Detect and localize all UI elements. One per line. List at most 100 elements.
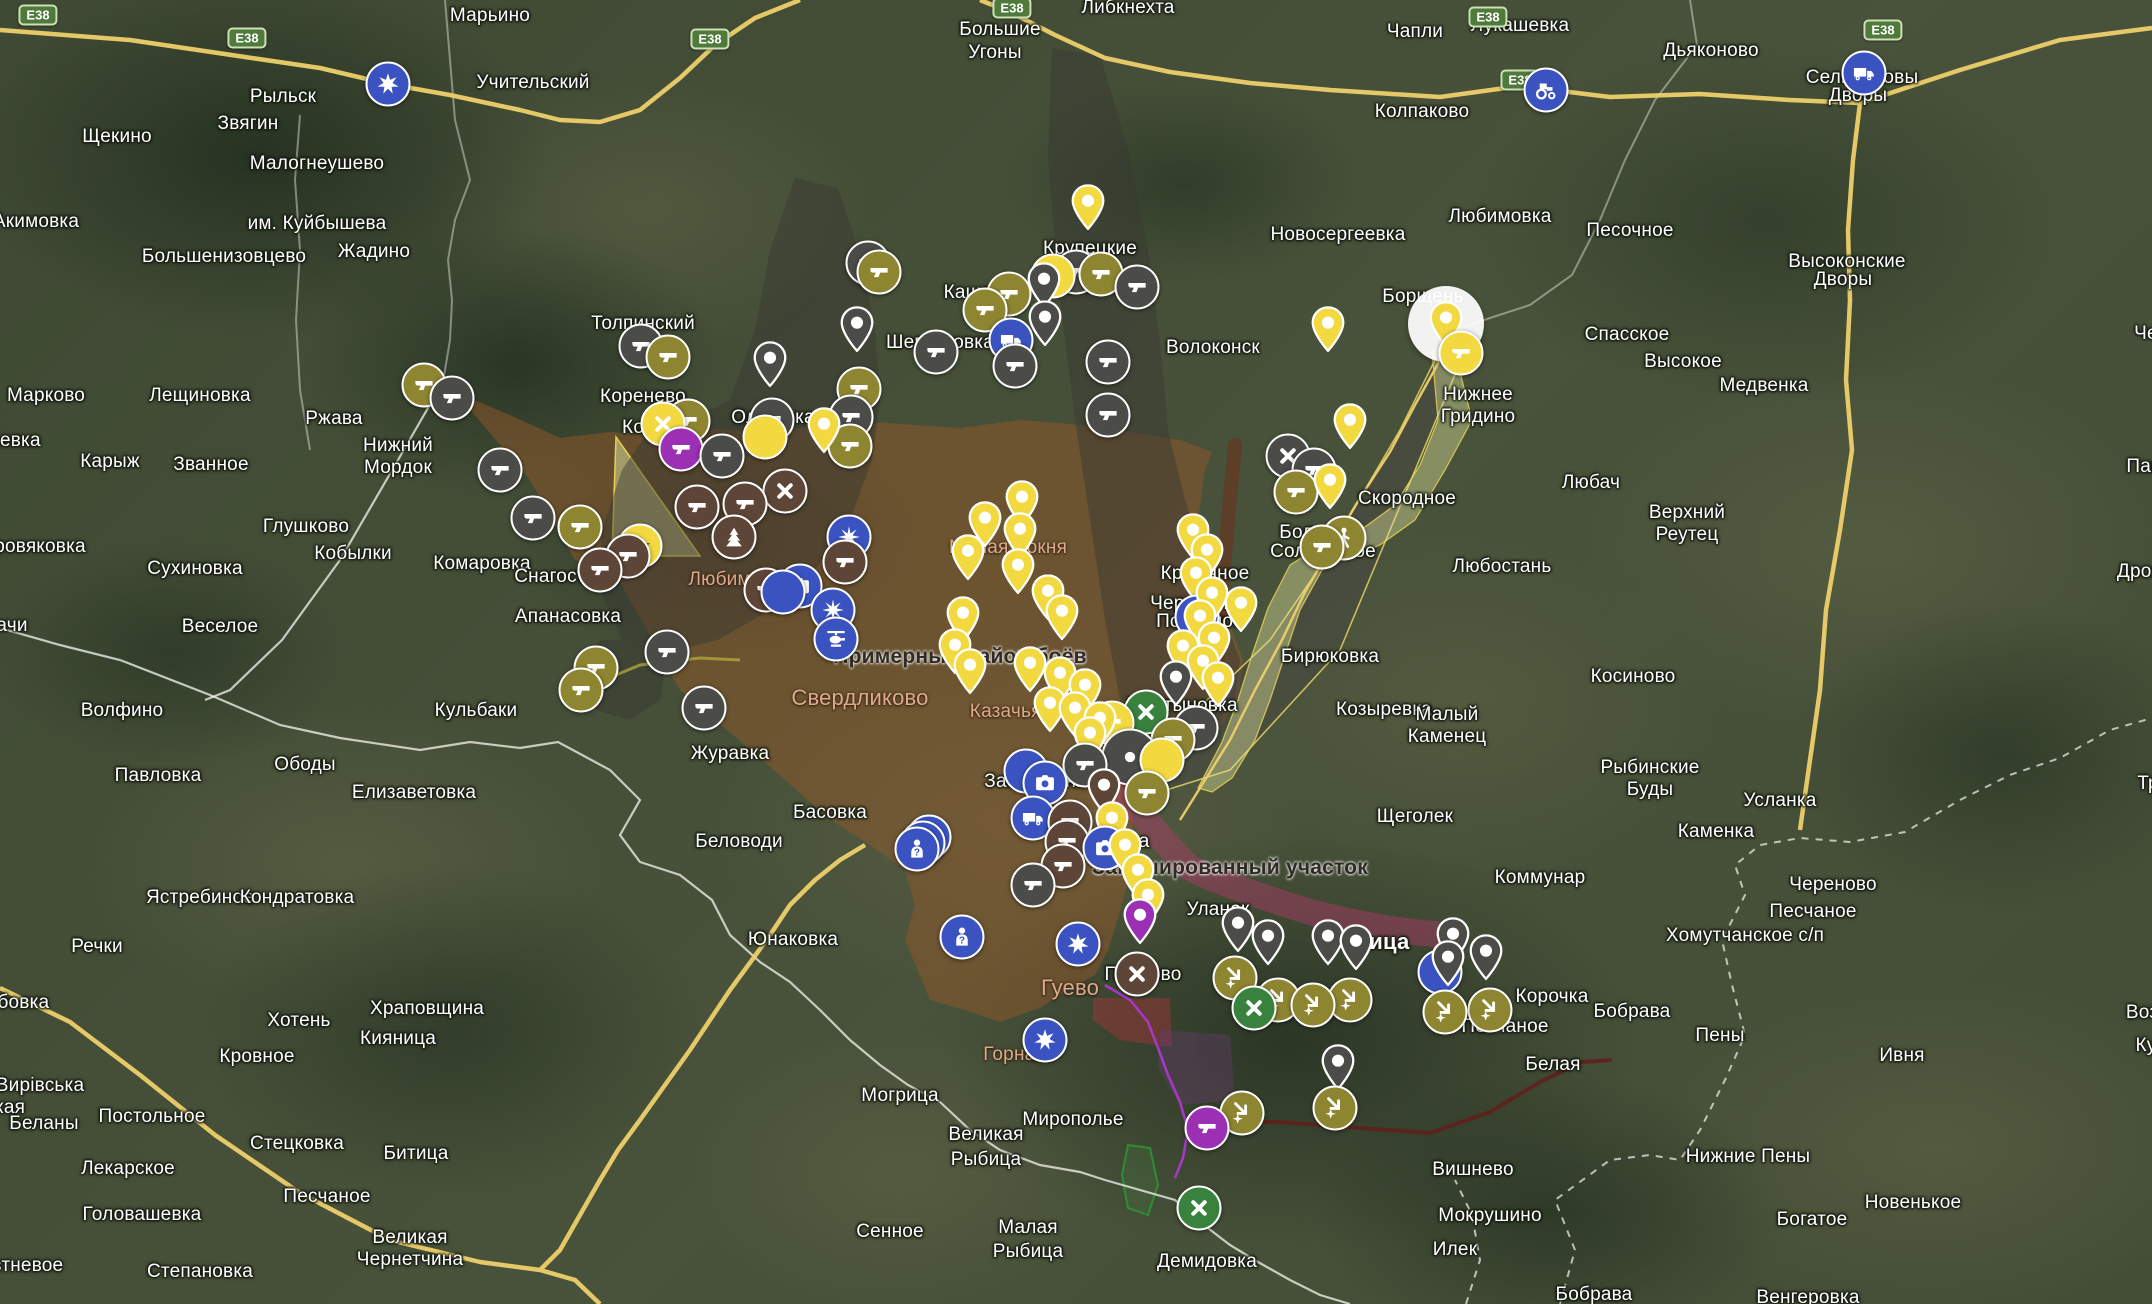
map-marker-circle-dark-pistol[interactable]	[511, 496, 556, 541]
place-label: Новосергеевка	[1270, 224, 1405, 246]
map-marker-circle-dark-pistol[interactable]	[1086, 393, 1131, 438]
place-label: Ржава	[305, 408, 362, 430]
map-marker-circle-blue-heli[interactable]	[814, 617, 859, 662]
map-marker-circle-olive-bird[interactable]	[1291, 983, 1336, 1028]
place-label: Жадино	[338, 241, 410, 263]
place-label: Че	[2134, 323, 2152, 345]
map-marker-pin-dark[interactable]	[1339, 924, 1373, 975]
map-marker-circle-dark-pistol[interactable]	[1115, 265, 1160, 310]
map-marker-circle-dark-pistol[interactable]	[1086, 340, 1131, 385]
map-marker-pin-dark[interactable]	[1469, 934, 1503, 985]
place-label: Лекарское	[81, 1158, 175, 1180]
road-yunakovka	[540, 845, 865, 1270]
map-marker-circle-dark-pistol[interactable]	[914, 330, 959, 375]
place-label: Степановка	[147, 1261, 253, 1283]
place-label: Ястребиное	[146, 887, 254, 909]
map-marker-circle-green-x[interactable]	[1232, 986, 1277, 1031]
place-label: Кровное	[219, 1046, 294, 1068]
place-label: Свердликово	[791, 685, 928, 711]
place-label: Гридино	[1441, 406, 1516, 428]
map-marker-circle-dark-pistol[interactable]	[645, 630, 690, 675]
place-label: Учительский	[476, 72, 589, 94]
place-label: Кондратовка	[240, 887, 355, 909]
map-marker-pin-yellow[interactable]	[807, 407, 841, 458]
map-marker-pin-yellow[interactable]	[951, 534, 985, 585]
place-label: Хотень	[267, 1010, 330, 1032]
map-marker-circle-brown-x[interactable]	[763, 469, 808, 514]
route-badge-e38: E38	[1863, 20, 1902, 41]
map-marker-pin-yellow[interactable]	[1333, 403, 1367, 454]
map-marker-circle-purple-pistol[interactable]	[659, 427, 704, 472]
place-label: Павловка	[115, 765, 202, 787]
place-label: Чернетчина	[357, 1249, 464, 1271]
map-marker-circle-olive-pistol[interactable]	[857, 250, 902, 295]
map-marker-circle-dark-pistol[interactable]	[993, 344, 1038, 389]
map-marker-circle-brown-pistol[interactable]	[578, 548, 623, 593]
map-marker-pin-yellow[interactable]	[1045, 594, 1079, 645]
map-marker-pin-dark[interactable]	[1431, 940, 1465, 991]
map-marker-pin-dark[interactable]	[753, 341, 787, 392]
map-marker-pin-yellow[interactable]	[953, 648, 987, 699]
place-label: Кияница	[360, 1028, 436, 1050]
map-marker-circle-dark-pistol[interactable]	[430, 376, 475, 421]
place-label: Венгеровка	[1756, 1287, 1859, 1304]
map-marker-circle-blue-person[interactable]	[895, 827, 940, 872]
place-label: Песчаное	[1769, 901, 1856, 923]
map-marker-circle-blue-person[interactable]	[940, 915, 985, 960]
map-marker-circle-yellow[interactable]	[743, 415, 788, 460]
map-marker-circle-olive-pistol[interactable]	[558, 505, 603, 550]
map-marker-circle-brown-pistol[interactable]	[823, 540, 868, 585]
map-marker-circle-dark-pistol[interactable]	[478, 448, 523, 493]
map-marker-circle-green-x[interactable]	[1177, 1186, 1222, 1231]
place-label: Великая	[372, 1227, 447, 1249]
map-marker-pin-dark[interactable]	[840, 306, 874, 357]
place-label: Пан	[2126, 456, 2152, 478]
map-marker-circle-blue-tractor[interactable]	[1524, 68, 1569, 113]
place-label: Корочка	[1516, 986, 1589, 1008]
map-marker-pin-yellow[interactable]	[1001, 548, 1035, 599]
map-marker-circle-olive-bird[interactable]	[1423, 990, 1468, 1035]
map-marker-circle-blue-star[interactable]	[1056, 922, 1101, 967]
place-label: Бобрава	[1556, 1284, 1633, 1304]
place-label: Дрозд	[2117, 561, 2152, 583]
place-label: Косиново	[1591, 666, 1676, 688]
place-label: Рыльск	[250, 86, 316, 108]
map-marker-circle-blue[interactable]	[761, 570, 806, 615]
map-marker-circle-olive-bird[interactable]	[1468, 988, 1513, 1033]
place-label: Веселое	[182, 616, 259, 638]
map-canvas[interactable]: МарьиноУчительскийРыльскЗвягинЩекиноМало…	[0, 0, 2152, 1304]
map-marker-circle-dark-pistol[interactable]	[1011, 863, 1056, 908]
map-marker-circle-olive-pistol[interactable]	[559, 668, 604, 713]
map-marker-circle-brown-x[interactable]	[1115, 952, 1160, 997]
map-marker-circle-olive-bird[interactable]	[1313, 1086, 1358, 1131]
map-marker-circle-olive-pistol[interactable]	[1300, 525, 1345, 570]
place-label: Песчаное	[283, 1186, 370, 1208]
map-marker-pin-yellow[interactable]	[1311, 306, 1345, 357]
map-marker-pin-purple[interactable]	[1123, 898, 1157, 949]
place-label: Верхний	[1649, 502, 1725, 524]
place-label: обовка	[0, 992, 49, 1014]
map-marker-circle-blue-truck[interactable]	[1842, 51, 1887, 96]
map-marker-circle-dark-pistol[interactable]	[682, 686, 727, 731]
place-label: Мокрушино	[1438, 1205, 1542, 1227]
map-marker-circle-dark-pistol[interactable]	[700, 434, 745, 479]
map-marker-circle-olive-pistol[interactable]	[1125, 771, 1170, 816]
map-marker-circle-olive-pistol[interactable]	[646, 335, 691, 380]
map-marker-circle-purple-pistol[interactable]	[1185, 1106, 1230, 1151]
place-label: Марьино	[450, 5, 530, 27]
green-zone-demidovka	[1122, 1145, 1158, 1215]
map-marker-pin-yellow[interactable]	[1071, 184, 1105, 235]
map-marker-circle-olive-pistol[interactable]	[1274, 470, 1319, 515]
place-label: Спасское	[1585, 324, 1670, 346]
map-marker-circle-blue-star[interactable]	[1023, 1018, 1068, 1063]
place-label: Беловоди	[695, 831, 783, 853]
place-label: Марково	[7, 385, 85, 407]
route-badge-e38: E38	[18, 5, 57, 26]
map-marker-circle-yellow-pistol[interactable]	[1439, 331, 1484, 376]
map-marker-pin-yellow[interactable]	[1313, 463, 1347, 514]
map-marker-circle-blue-star[interactable]	[366, 62, 411, 107]
map-marker-pin-yellow[interactable]	[1201, 661, 1235, 712]
map-marker-pin-dark[interactable]	[1221, 906, 1255, 957]
place-label: Нижние Пены	[1686, 1146, 1811, 1168]
map-marker-circle-brown-tree[interactable]	[712, 515, 757, 560]
